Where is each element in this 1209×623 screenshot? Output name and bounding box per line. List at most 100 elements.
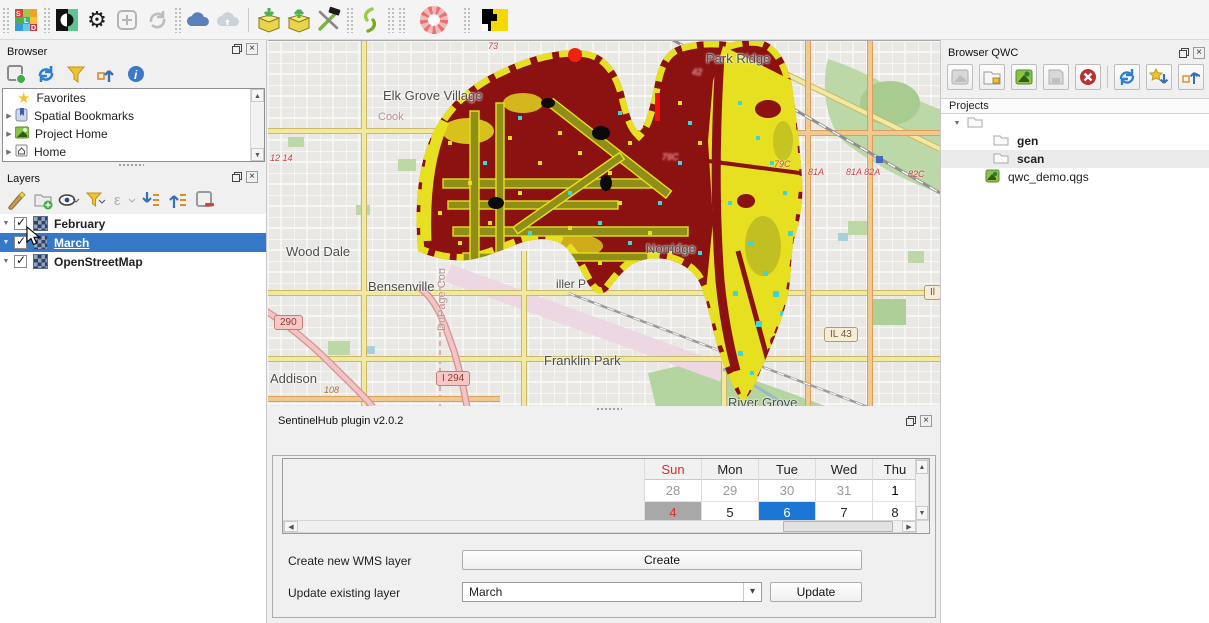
float-panel-button[interactable]: [231, 43, 243, 55]
route-label: 12 14: [270, 153, 293, 163]
close-panel-button[interactable]: ×: [246, 171, 258, 183]
layer-row-openstreetmap[interactable]: ▼ ✓ OpenStreetMap: [0, 252, 266, 271]
scroll-right-arrow[interactable]: ▶: [902, 521, 916, 532]
calendar-day-cell-selected-gray[interactable]: 4: [644, 502, 701, 522]
hscroll-track[interactable]: [298, 521, 902, 532]
delete-project-icon[interactable]: [1075, 64, 1101, 90]
qwc-item-scan[interactable]: scan: [941, 150, 1209, 168]
filter-expression-icon[interactable]: ε: [112, 188, 136, 212]
panel-splitter[interactable]: [596, 407, 622, 412]
scroll-down-arrow[interactable]: ▼: [251, 148, 264, 161]
map-themes-icon[interactable]: [58, 188, 82, 212]
calendar-day-cell-selected-blue[interactable]: 6: [758, 502, 815, 522]
calendar-day-cell[interactable]: 7: [815, 502, 872, 522]
refresh-icon[interactable]: [1114, 64, 1140, 90]
toolbar-grip[interactable]: [346, 7, 353, 33]
float-panel-button[interactable]: [231, 171, 243, 183]
calendar-day-cell[interactable]: 30: [758, 480, 815, 501]
collapse-all-icon[interactable]: [166, 188, 190, 212]
remove-layer-icon[interactable]: [193, 188, 217, 212]
expand-all-icon[interactable]: [139, 188, 163, 212]
branch-arrow-icon[interactable]: ▼: [0, 220, 12, 227]
scroll-left-arrow[interactable]: ◀: [284, 521, 298, 532]
branch-arrow-icon[interactable]: ▼: [951, 120, 963, 127]
collapse-all-icon[interactable]: [94, 62, 118, 86]
qwc-flag-icon[interactable]: [480, 5, 510, 35]
info-icon[interactable]: i: [124, 62, 148, 86]
qwc-item-gen[interactable]: gen: [941, 132, 1209, 150]
calendar-day-cell[interactable]: 8: [872, 502, 917, 522]
scroll-down-arrow[interactable]: ▼: [916, 506, 928, 520]
save-project-icon[interactable]: [1043, 64, 1069, 90]
publish-project-icon[interactable]: [1011, 64, 1037, 90]
refresh-disabled-icon[interactable]: [142, 5, 172, 35]
toolbar-grip[interactable]: [387, 7, 394, 33]
settings-gear-icon[interactable]: ⚙: [82, 5, 112, 35]
calendar-day-cell[interactable]: 5: [701, 502, 758, 522]
qwc-item-qwc-demo[interactable]: qwc_demo.qgs: [941, 168, 1209, 186]
add-selected-layers-icon[interactable]: [4, 62, 28, 86]
refresh-icon[interactable]: [34, 62, 58, 86]
sentinelhub-icon[interactable]: [355, 5, 385, 35]
toolbar-grip[interactable]: [174, 7, 181, 33]
toolbar-grip[interactable]: [2, 7, 9, 33]
projects-header[interactable]: Projects: [941, 98, 1209, 114]
browser-item-spatial-bookmarks[interactable]: ▶ Spatial Bookmarks: [3, 107, 264, 125]
calendar-day-cell[interactable]: 28: [644, 480, 701, 501]
layer-select-dropdown[interactable]: March ▾: [462, 582, 762, 602]
box-export-icon[interactable]: [284, 5, 314, 35]
open-project-icon[interactable]: [947, 64, 973, 90]
cloud-icon[interactable]: [183, 5, 213, 35]
toolbar-grip[interactable]: [463, 7, 470, 33]
route-label: 79C: [662, 152, 679, 162]
box-import-icon[interactable]: [254, 5, 284, 35]
branch-arrow-icon[interactable]: ▼: [0, 258, 12, 265]
branch-arrow-icon[interactable]: ▶: [3, 130, 15, 138]
calendar-day-cell[interactable]: 1: [872, 480, 917, 501]
add-plus-icon[interactable]: [112, 5, 142, 35]
filter-legend-icon[interactable]: [85, 188, 109, 212]
calendar-hscrollbar[interactable]: ◀ ▶: [283, 520, 917, 533]
road-label: 108: [324, 385, 339, 395]
bookmark-icon: [15, 108, 28, 125]
scroll-up-arrow[interactable]: ▲: [916, 460, 928, 474]
branch-arrow-icon[interactable]: ▶: [3, 148, 15, 156]
close-panel-button[interactable]: ×: [246, 43, 258, 55]
close-panel-button[interactable]: ×: [1193, 47, 1205, 59]
map-canvas[interactable]: Elk Grove Village Park Ridge Wood Dale B…: [268, 40, 940, 406]
layer-style-icon[interactable]: [52, 5, 82, 35]
main-toolbar: SLD ⚙: [0, 0, 1209, 40]
toolbar-grip[interactable]: [43, 7, 50, 33]
browser-tree-scrollbar[interactable]: ▲ ▼: [250, 89, 264, 161]
cloud-upload-icon[interactable]: [213, 5, 243, 35]
sld-plugin-icon[interactable]: SLD: [11, 5, 41, 35]
donut-icon[interactable]: [419, 5, 449, 35]
float-panel-button[interactable]: [905, 415, 917, 427]
qwc-root-folder-row[interactable]: ▼: [941, 114, 1209, 132]
tools-icon[interactable]: [314, 5, 344, 35]
browser-item-home[interactable]: ▶ Home: [3, 143, 264, 161]
float-panel-button[interactable]: [1178, 47, 1190, 59]
scroll-up-arrow[interactable]: ▲: [251, 89, 264, 102]
map-graphics: [268, 41, 940, 406]
layer-styling-icon[interactable]: [4, 188, 28, 212]
calendar-day-cell[interactable]: 31: [815, 480, 872, 501]
update-button[interactable]: Update: [770, 582, 862, 602]
collapse-all-icon[interactable]: [1178, 64, 1204, 90]
browser-item-project-home[interactable]: ▶ Project Home: [3, 125, 264, 143]
favorites-expand-icon[interactable]: [1146, 64, 1172, 90]
create-button[interactable]: Create: [462, 550, 862, 570]
layers-panel-title: Layers: [0, 170, 266, 188]
toolbar-grip[interactable]: [398, 7, 405, 33]
add-group-icon[interactable]: [31, 188, 55, 212]
browser-item-favorites[interactable]: ★ Favorites: [3, 89, 264, 107]
hscroll-thumb[interactable]: [783, 521, 893, 532]
layer-checkbox[interactable]: ✓: [14, 255, 27, 268]
calendar-day-cell[interactable]: 29: [701, 480, 758, 501]
branch-arrow-icon[interactable]: ▼: [0, 239, 12, 246]
branch-arrow-icon[interactable]: ▶: [3, 112, 15, 120]
filter-browser-icon[interactable]: [64, 62, 88, 86]
calendar-vscrollbar[interactable]: ▲ ▼: [915, 459, 929, 521]
close-panel-button[interactable]: ×: [920, 415, 932, 427]
new-folder-icon[interactable]: [979, 64, 1005, 90]
